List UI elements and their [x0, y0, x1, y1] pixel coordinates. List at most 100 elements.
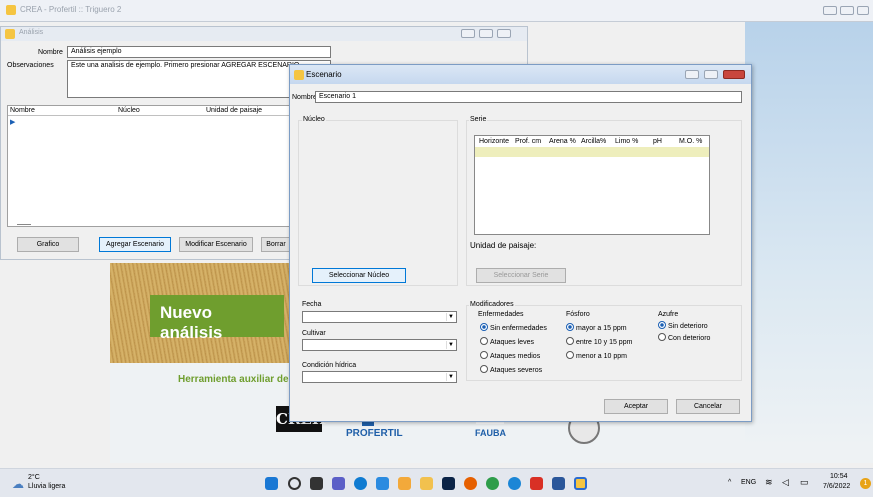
folder-icon[interactable]: [420, 477, 433, 490]
chevron-down-icon: ▼: [446, 373, 455, 381]
clock-time[interactable]: 10:54: [830, 473, 848, 480]
nombre-label: Nombre: [292, 94, 317, 101]
fauba-logo: FAUBA: [475, 428, 506, 438]
radio-ataques-severos[interactable]: Ataques severos: [480, 365, 542, 374]
column-header: Arena %: [549, 138, 576, 145]
radio-label: Ataques medios: [490, 353, 541, 360]
firefox-icon[interactable]: [464, 477, 477, 490]
radio-mayor-15[interactable]: mayor a 15 ppm: [566, 323, 627, 332]
escenario-title: Escenario: [306, 70, 342, 79]
maximize-icon[interactable]: [479, 29, 493, 38]
crea-app-icon[interactable]: [574, 477, 587, 490]
minimize-icon[interactable]: [823, 6, 837, 15]
radio-sin-enfermedades[interactable]: Sin enfermedades: [480, 323, 547, 332]
serie-label: Serie: [469, 116, 488, 123]
banner-sky: [745, 22, 873, 447]
chat-icon[interactable]: [332, 477, 345, 490]
chevron-up-icon[interactable]: ^: [728, 479, 731, 486]
weather-temp[interactable]: 2°C: [28, 474, 40, 481]
app-title-bar: CREA - Profertil :: Triguero 2: [0, 0, 873, 22]
radio-sin-deterioro[interactable]: Sin deterioro: [658, 321, 708, 330]
table-header: Horizonte Prof. cm Arena % Arcilla% Limo…: [475, 136, 709, 146]
divider: [17, 224, 31, 225]
serie-table[interactable]: Horizonte Prof. cm Arena % Arcilla% Limo…: [474, 135, 710, 235]
wifi-icon[interactable]: ≋: [765, 477, 773, 488]
window-icon: [294, 70, 304, 80]
herramienta-text: Herramienta auxiliar del: [178, 374, 292, 385]
cultivar-dropdown[interactable]: ▼: [302, 339, 457, 351]
radio-icon: [480, 337, 488, 345]
aceptar-button[interactable]: Aceptar: [604, 399, 668, 414]
chrome-icon[interactable]: [486, 477, 499, 490]
seleccionar-nucleo-button[interactable]: Seleccionar Núcleo: [312, 268, 406, 283]
language-indicator[interactable]: ENG: [741, 479, 756, 486]
search-icon[interactable]: [288, 477, 301, 490]
grafico-button[interactable]: Grafico: [17, 237, 79, 252]
radio-entre-10-15[interactable]: entre 10 y 15 ppm: [566, 337, 632, 346]
column-header: pH: [653, 138, 662, 145]
radio-icon: [566, 337, 574, 345]
radio-menor-10[interactable]: menor a 10 ppm: [566, 351, 627, 360]
nombre-label: Nombre: [38, 49, 63, 56]
close-icon[interactable]: [497, 29, 511, 38]
chevron-down-icon: ▼: [446, 313, 455, 321]
radio-ataques-leves[interactable]: Ataques leves: [480, 337, 534, 346]
condicion-hidrica-dropdown[interactable]: ▼: [302, 371, 457, 383]
fecha-label: Fecha: [302, 301, 322, 308]
borrar-button[interactable]: Borrar: [261, 237, 291, 252]
fosforo-label: Fósforo: [566, 311, 590, 318]
radio-label: Ataques severos: [490, 367, 543, 374]
window-icon: [5, 29, 15, 39]
azufre-label: Azufre: [658, 311, 679, 318]
help-icon[interactable]: [508, 477, 521, 490]
minimize-icon[interactable]: [461, 29, 475, 38]
condicion-hidrica-label: Condición hídrica: [302, 362, 357, 369]
escenario-title-bar: Escenario: [290, 65, 751, 84]
radio-con-deterioro[interactable]: Con deterioro: [658, 333, 710, 342]
pdf-icon[interactable]: [530, 477, 543, 490]
escenario-nombre-field[interactable]: Escenario 1: [315, 91, 742, 103]
weather-desc[interactable]: Lluvia ligera: [28, 483, 65, 490]
nucleo-group: [298, 120, 458, 286]
maximize-icon[interactable]: [704, 70, 718, 79]
close-icon[interactable]: [723, 70, 745, 79]
word-icon[interactable]: [552, 477, 565, 490]
radio-checked-icon: [566, 323, 574, 331]
start-icon[interactable]: [265, 477, 278, 490]
table-row[interactable]: [475, 147, 709, 157]
column-header: Horizonte: [479, 138, 509, 145]
radio-icon: [480, 351, 488, 359]
seleccionar-serie-button[interactable]: Seleccionar Serie: [476, 268, 566, 283]
minimize-icon[interactable]: [685, 70, 699, 79]
radio-icon: [566, 351, 574, 359]
fecha-dropdown[interactable]: ▼: [302, 311, 457, 323]
unidad-paisaje-label: Unidad de paisaje:: [470, 241, 537, 250]
restore-icon[interactable]: [840, 6, 854, 15]
terminal-icon[interactable]: [442, 477, 455, 490]
app-title: CREA - Profertil :: Triguero 2: [20, 5, 122, 14]
profertil-logo: PROFERTIL: [346, 428, 403, 439]
volume-icon[interactable]: ◁: [782, 477, 789, 488]
row-pointer-icon: ▶: [10, 119, 16, 126]
modificadores-label: Modificadores: [469, 301, 515, 308]
close-icon[interactable]: [857, 6, 869, 15]
nombre-field[interactable]: Análisis ejemplo: [67, 46, 331, 58]
task-view-icon[interactable]: [310, 477, 323, 490]
radio-checked-icon: [480, 323, 488, 331]
agregar-escenario-button[interactable]: Agregar Escenario: [99, 237, 171, 252]
cancelar-button[interactable]: Cancelar: [676, 399, 740, 414]
edge-icon[interactable]: [354, 477, 367, 490]
store-icon[interactable]: [376, 477, 389, 490]
radio-checked-icon: [658, 321, 666, 329]
notification-badge[interactable]: 1: [860, 478, 871, 489]
clock-date[interactable]: 7/6/2022: [823, 483, 850, 490]
column-header: Nombre: [10, 107, 35, 114]
modificar-escenario-button[interactable]: Modificar Escenario: [179, 237, 253, 252]
chevron-down-icon: ▼: [446, 341, 455, 349]
battery-icon[interactable]: ▭: [800, 477, 809, 488]
column-header: Núcleo: [118, 107, 140, 114]
taskbar: ☁ 2°C Lluvia ligera ^ ENG ≋ ◁ ▭ 10:54 7/…: [0, 468, 873, 497]
nuevo-analisis-banner: Nuevo análisis: [150, 295, 284, 342]
radio-ataques-medios[interactable]: Ataques medios: [480, 351, 540, 360]
files-icon[interactable]: [398, 477, 411, 490]
